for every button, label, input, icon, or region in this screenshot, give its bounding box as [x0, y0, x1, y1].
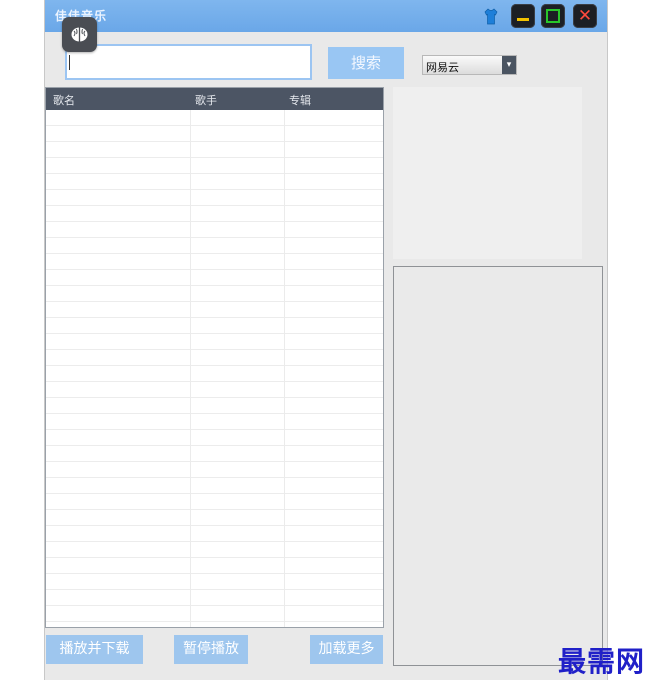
pause-button[interactable]: 暂停播放 — [174, 635, 248, 664]
minimize-icon — [517, 18, 529, 21]
cover-panel — [393, 87, 582, 259]
column-divider — [190, 110, 191, 627]
column-header-artist[interactable]: 歌手 — [195, 92, 217, 108]
maximize-button[interactable] — [541, 4, 565, 28]
close-icon: ✕ — [577, 6, 593, 26]
source-select[interactable]: 网易云 ▾ — [422, 55, 517, 75]
table-header: 歌名 歌手 专辑 — [46, 88, 383, 110]
text-caret — [69, 55, 70, 70]
table-body[interactable] — [46, 110, 383, 627]
minimize-button[interactable] — [511, 4, 535, 28]
watermark: 最需网 — [558, 645, 646, 678]
tshirt-icon[interactable] — [483, 8, 499, 26]
play-download-button[interactable]: 播放并下载 — [46, 635, 143, 664]
chevron-down-icon[interactable]: ▾ — [502, 56, 516, 74]
app-window: 佳佳音乐 ✕ 搜索 网易云 ▾ 歌名 歌手 专辑 播放并下载 暂停播放 加载更多 — [44, 0, 608, 680]
column-header-album[interactable]: 专辑 — [289, 92, 311, 108]
brain-icon — [71, 27, 88, 42]
maximize-icon — [546, 9, 560, 23]
load-more-button[interactable]: 加载更多 — [310, 635, 383, 664]
source-selected-value: 网易云 — [426, 61, 459, 74]
column-header-song[interactable]: 歌名 — [53, 92, 75, 108]
song-table[interactable]: 歌名 歌手 专辑 — [45, 87, 384, 628]
close-button[interactable]: ✕ — [573, 4, 597, 28]
title-bar[interactable]: 佳佳音乐 ✕ — [45, 0, 607, 32]
column-divider — [284, 110, 285, 627]
lyrics-panel — [393, 266, 603, 666]
assistant-button[interactable] — [62, 17, 97, 52]
search-input[interactable] — [65, 44, 312, 80]
search-button[interactable]: 搜索 — [328, 47, 404, 79]
